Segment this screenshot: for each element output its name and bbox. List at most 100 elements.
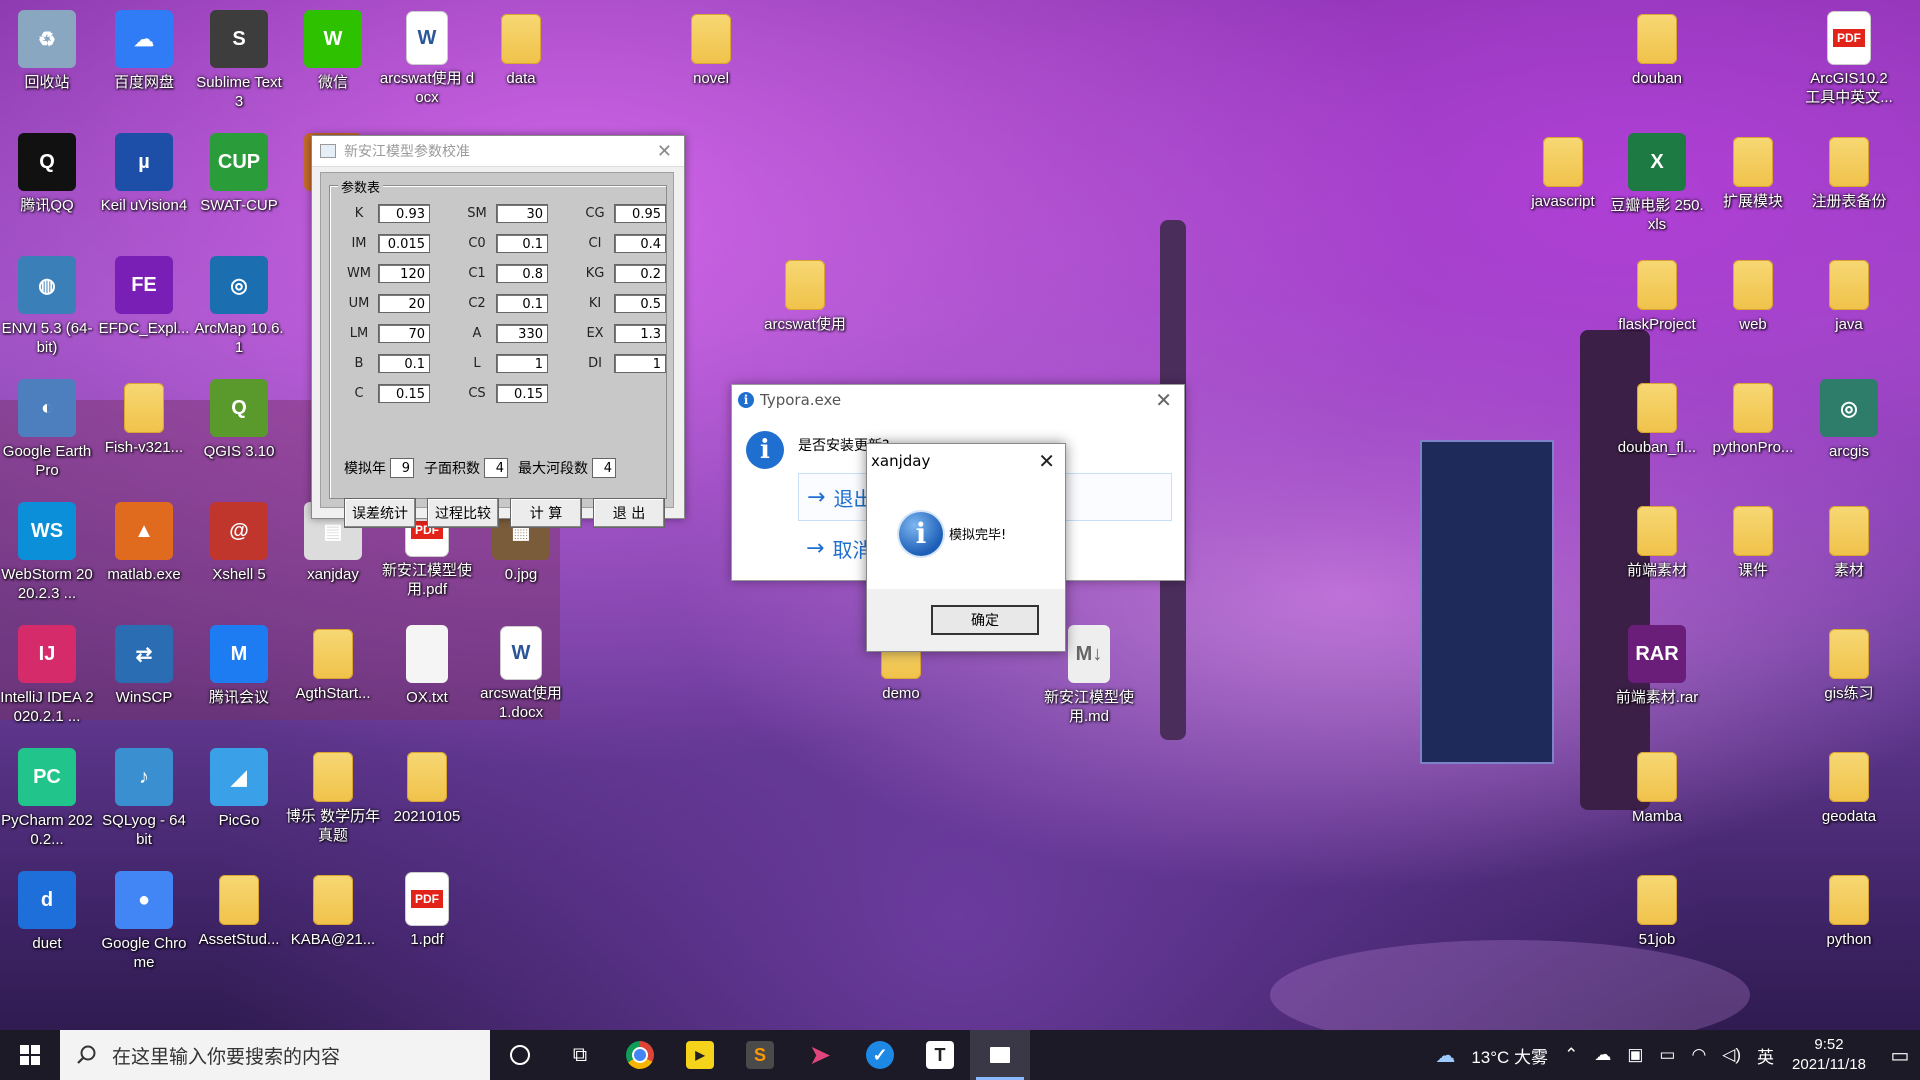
desktop-icon[interactable]: 51job: [1614, 863, 1700, 975]
defender-icon[interactable]: ▣: [1627, 1045, 1643, 1065]
desktop-icon[interactable]: PDF ArcGIS10.2 工具中英文...: [1805, 2, 1893, 114]
desktop-icon[interactable]: javascript: [1520, 125, 1606, 237]
desktop-icon[interactable]: gis练习: [1806, 617, 1892, 729]
desktop-icon[interactable]: novel: [668, 2, 754, 114]
desktop-icon[interactable]: AssetStud...: [196, 863, 282, 975]
desktop-icon[interactable]: ◢ PicGo: [196, 740, 282, 852]
desktop-icon[interactable]: geodata: [1806, 740, 1892, 852]
param-value-field[interactable]: 0.4: [614, 234, 666, 253]
param-value-field[interactable]: 1: [496, 354, 548, 373]
desktop-icon[interactable]: W 微信: [290, 2, 376, 114]
desktop-icon[interactable]: flaskProject: [1614, 248, 1700, 360]
ok-button[interactable]: 确定: [931, 605, 1039, 635]
exit-button[interactable]: 退 出: [593, 498, 665, 528]
close-icon[interactable]: ✕: [1038, 449, 1055, 473]
taskbar-sublime[interactable]: S: [730, 1030, 790, 1080]
desktop-icon[interactable]: ♻ 回收站: [4, 2, 90, 114]
desktop-icon[interactable]: AgthStart...: [290, 617, 376, 729]
taskbar-xanjday[interactable]: [970, 1030, 1030, 1080]
param-value-field[interactable]: 0.95: [614, 204, 666, 223]
taskbar-picgo[interactable]: ➤: [790, 1030, 850, 1080]
param-value-field[interactable]: 1.3: [614, 324, 666, 343]
desktop-icon[interactable]: Fish-v321...: [101, 371, 187, 483]
desktop-icon[interactable]: Mamba: [1614, 740, 1700, 852]
desktop-icon[interactable]: pythonPro...: [1710, 371, 1796, 483]
process-compare-button[interactable]: 过程比较: [427, 498, 499, 528]
sim-years-field[interactable]: 9: [390, 458, 414, 478]
param-value-field[interactable]: 330: [496, 324, 548, 343]
taskbar-typora[interactable]: T: [910, 1030, 970, 1080]
desktop-icon[interactable]: python: [1806, 863, 1892, 975]
wifi-icon[interactable]: ◠: [1691, 1045, 1706, 1065]
notification-icon[interactable]: ▭: [1880, 1043, 1920, 1068]
desktop-icon[interactable]: web: [1710, 248, 1796, 360]
param-value-field[interactable]: 20: [378, 294, 430, 313]
desktop-icon[interactable]: java: [1806, 248, 1892, 360]
sub-area-field[interactable]: 4: [484, 458, 508, 478]
desktop-icon[interactable]: ◐ Google Earth Pro: [3, 371, 91, 483]
desktop-icon[interactable]: ☁ 百度网盘: [101, 2, 187, 114]
desktop-icon[interactable]: ● Google Chrome: [101, 863, 187, 975]
param-value-field[interactable]: 0.1: [496, 294, 548, 313]
desktop-icon[interactable]: FE EFDC_Expl...: [99, 248, 189, 360]
desktop-icon[interactable]: CUP SWAT-CUP: [196, 125, 282, 237]
desktop-icon[interactable]: douban_fl...: [1614, 371, 1700, 483]
desktop-icon[interactable]: M 腾讯会议: [196, 617, 282, 729]
desktop-icon[interactable]: Warcswat使用 docx: [380, 2, 474, 114]
desktop-icon[interactable]: RAR 前端素材.rar: [1614, 617, 1700, 729]
desktop-icon[interactable]: IJ IntelliJ IDEA 2020.2.1 ...: [0, 617, 94, 729]
desktop-icon[interactable]: S Sublime Text 3: [196, 2, 282, 114]
desktop-icon[interactable]: arcswat使用: [762, 248, 848, 360]
param-value-field[interactable]: 0.8: [496, 264, 548, 283]
param-value-field[interactable]: 0.1: [378, 354, 430, 373]
taskbar-verify[interactable]: ✓: [850, 1030, 910, 1080]
desktop-icon[interactable]: ▲ matlab.exe: [101, 494, 187, 606]
desktop-icon[interactable]: 素材: [1806, 494, 1892, 606]
error-stats-button[interactable]: 误差统计: [344, 498, 416, 528]
volume-icon[interactable]: ◁): [1722, 1045, 1741, 1065]
close-icon[interactable]: ✕: [1155, 388, 1172, 412]
taskbar-chrome[interactable]: [610, 1030, 670, 1080]
message-box-titlebar[interactable]: xanjday ✕: [867, 444, 1065, 478]
desktop-icon[interactable]: 20210105: [384, 740, 470, 852]
desktop-icon[interactable]: data: [478, 2, 564, 114]
max-reach-field[interactable]: 4: [592, 458, 616, 478]
desktop-icon[interactable]: ◎ arcgis: [1806, 371, 1892, 483]
desktop-icon[interactable]: µ Keil uVision4: [101, 125, 187, 237]
param-value-field[interactable]: 30: [496, 204, 548, 223]
ime-indicator[interactable]: 英: [1757, 1043, 1774, 1068]
desktop-icon[interactable]: PC PyCharm 2020.2...: [1, 740, 93, 852]
desktop-icon[interactable]: OX.txt: [384, 617, 470, 729]
desktop-icon[interactable]: ◍ ENVI 5.3 (64-bit): [2, 248, 92, 360]
desktop-icon[interactable]: X 豆瓣电影 250.xls: [1610, 125, 1704, 237]
desktop-icon[interactable]: Q QGIS 3.10: [196, 371, 282, 483]
close-icon[interactable]: ✕: [657, 141, 672, 162]
taskbar-search-box[interactable]: 在这里输入你要搜索的内容: [60, 1030, 490, 1080]
cortana-button[interactable]: [490, 1030, 550, 1080]
desktop-icon[interactable]: douban: [1614, 2, 1700, 114]
desktop-icon[interactable]: PDF 1.pdf: [384, 863, 470, 975]
clock[interactable]: 9:52 2021/11/18: [1792, 1035, 1866, 1075]
param-value-field[interactable]: 70: [378, 324, 430, 343]
param-value-field[interactable]: 0.15: [378, 384, 430, 403]
param-value-field[interactable]: 0.1: [496, 234, 548, 253]
desktop-icon[interactable]: ♪ SQLyog - 64 bit: [101, 740, 187, 852]
desktop-icon[interactable]: 注册表备份: [1806, 125, 1892, 237]
param-value-field[interactable]: 0.2: [614, 264, 666, 283]
param-value-field[interactable]: 0.93: [378, 204, 430, 223]
param-value-field[interactable]: 0.15: [496, 384, 548, 403]
onedrive-icon[interactable]: ☁: [1594, 1045, 1611, 1065]
desktop-icon[interactable]: d duet: [4, 863, 90, 975]
desktop-icon[interactable]: KABA@21...: [290, 863, 376, 975]
desktop-icon[interactable]: Q 腾讯QQ: [4, 125, 90, 237]
desktop-icon[interactable]: WS WebStorm 2020.2.3 ...: [1, 494, 93, 606]
desktop-icon[interactable]: 前端素材: [1614, 494, 1700, 606]
desktop-icon[interactable]: @ Xshell 5: [196, 494, 282, 606]
desktop-icon[interactable]: ◎ ArcMap 10.6.1: [194, 248, 284, 360]
taskbar-player[interactable]: ▶: [670, 1030, 730, 1080]
typora-titlebar[interactable]: i Typora.exe ✕: [732, 385, 1184, 415]
compute-button[interactable]: 计 算: [510, 498, 582, 528]
param-value-field[interactable]: 120: [378, 264, 430, 283]
start-button[interactable]: [0, 1030, 60, 1080]
weather-text[interactable]: 13°C 大雾: [1471, 1043, 1548, 1068]
